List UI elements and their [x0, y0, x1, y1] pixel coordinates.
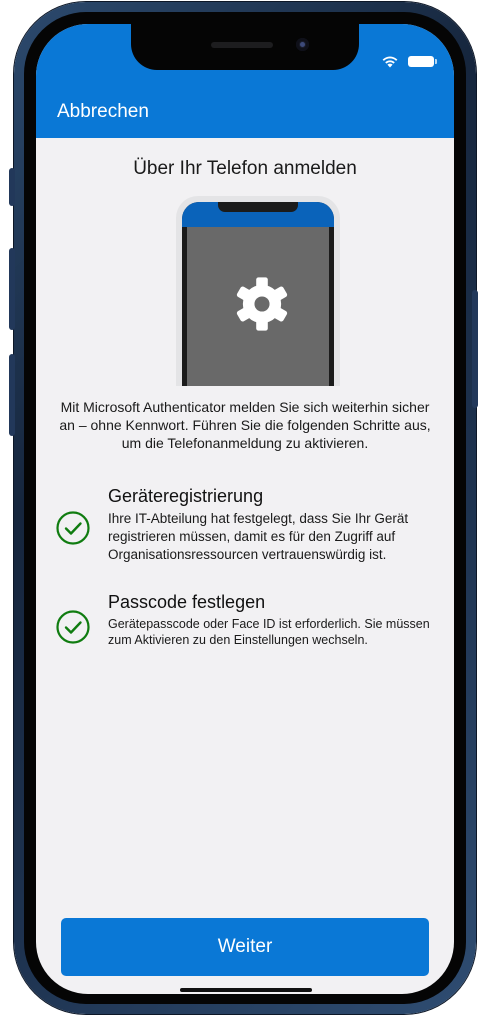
phone-illustration-header [182, 202, 334, 227]
step-title: Geräteregistrierung [108, 486, 264, 506]
check-circle-icon [56, 511, 90, 545]
phone-illustration-body [182, 202, 334, 386]
notch [131, 24, 359, 70]
speaker-grille [211, 42, 273, 48]
phone-screen: Abbrechen Über Ihr Telefon anmelden Mit … [36, 24, 454, 994]
mute-switch [9, 168, 15, 206]
wifi-icon [382, 56, 398, 68]
home-indicator[interactable] [180, 988, 312, 992]
step-description: Gerätepasscode oder Face ID ist erforder… [108, 617, 430, 647]
gear-icon [236, 277, 288, 331]
step-description: Ihre IT-Abteilung hat festgelegt, dass S… [108, 511, 409, 562]
power-button [472, 290, 478, 408]
phone-illustration [176, 196, 340, 386]
status-icons [381, 54, 437, 68]
cancel-button[interactable]: Abbrechen [57, 101, 149, 123]
phone-illustration-screen [187, 227, 329, 386]
step-title: Passcode festlegen [108, 592, 266, 612]
page-title: Über Ihr Telefon anmelden [133, 158, 357, 179]
front-camera [296, 38, 309, 51]
phone-illustration-notch [218, 202, 298, 212]
continue-button[interactable]: Weiter [61, 918, 429, 976]
check-circle-icon [56, 610, 90, 644]
volume-down-button [9, 354, 15, 436]
intro-text: Mit Microsoft Authenticator melden Sie s… [59, 399, 431, 451]
volume-up-button [9, 248, 15, 330]
header-bar: Abbrechen [36, 24, 454, 138]
battery-icon [408, 55, 437, 67]
